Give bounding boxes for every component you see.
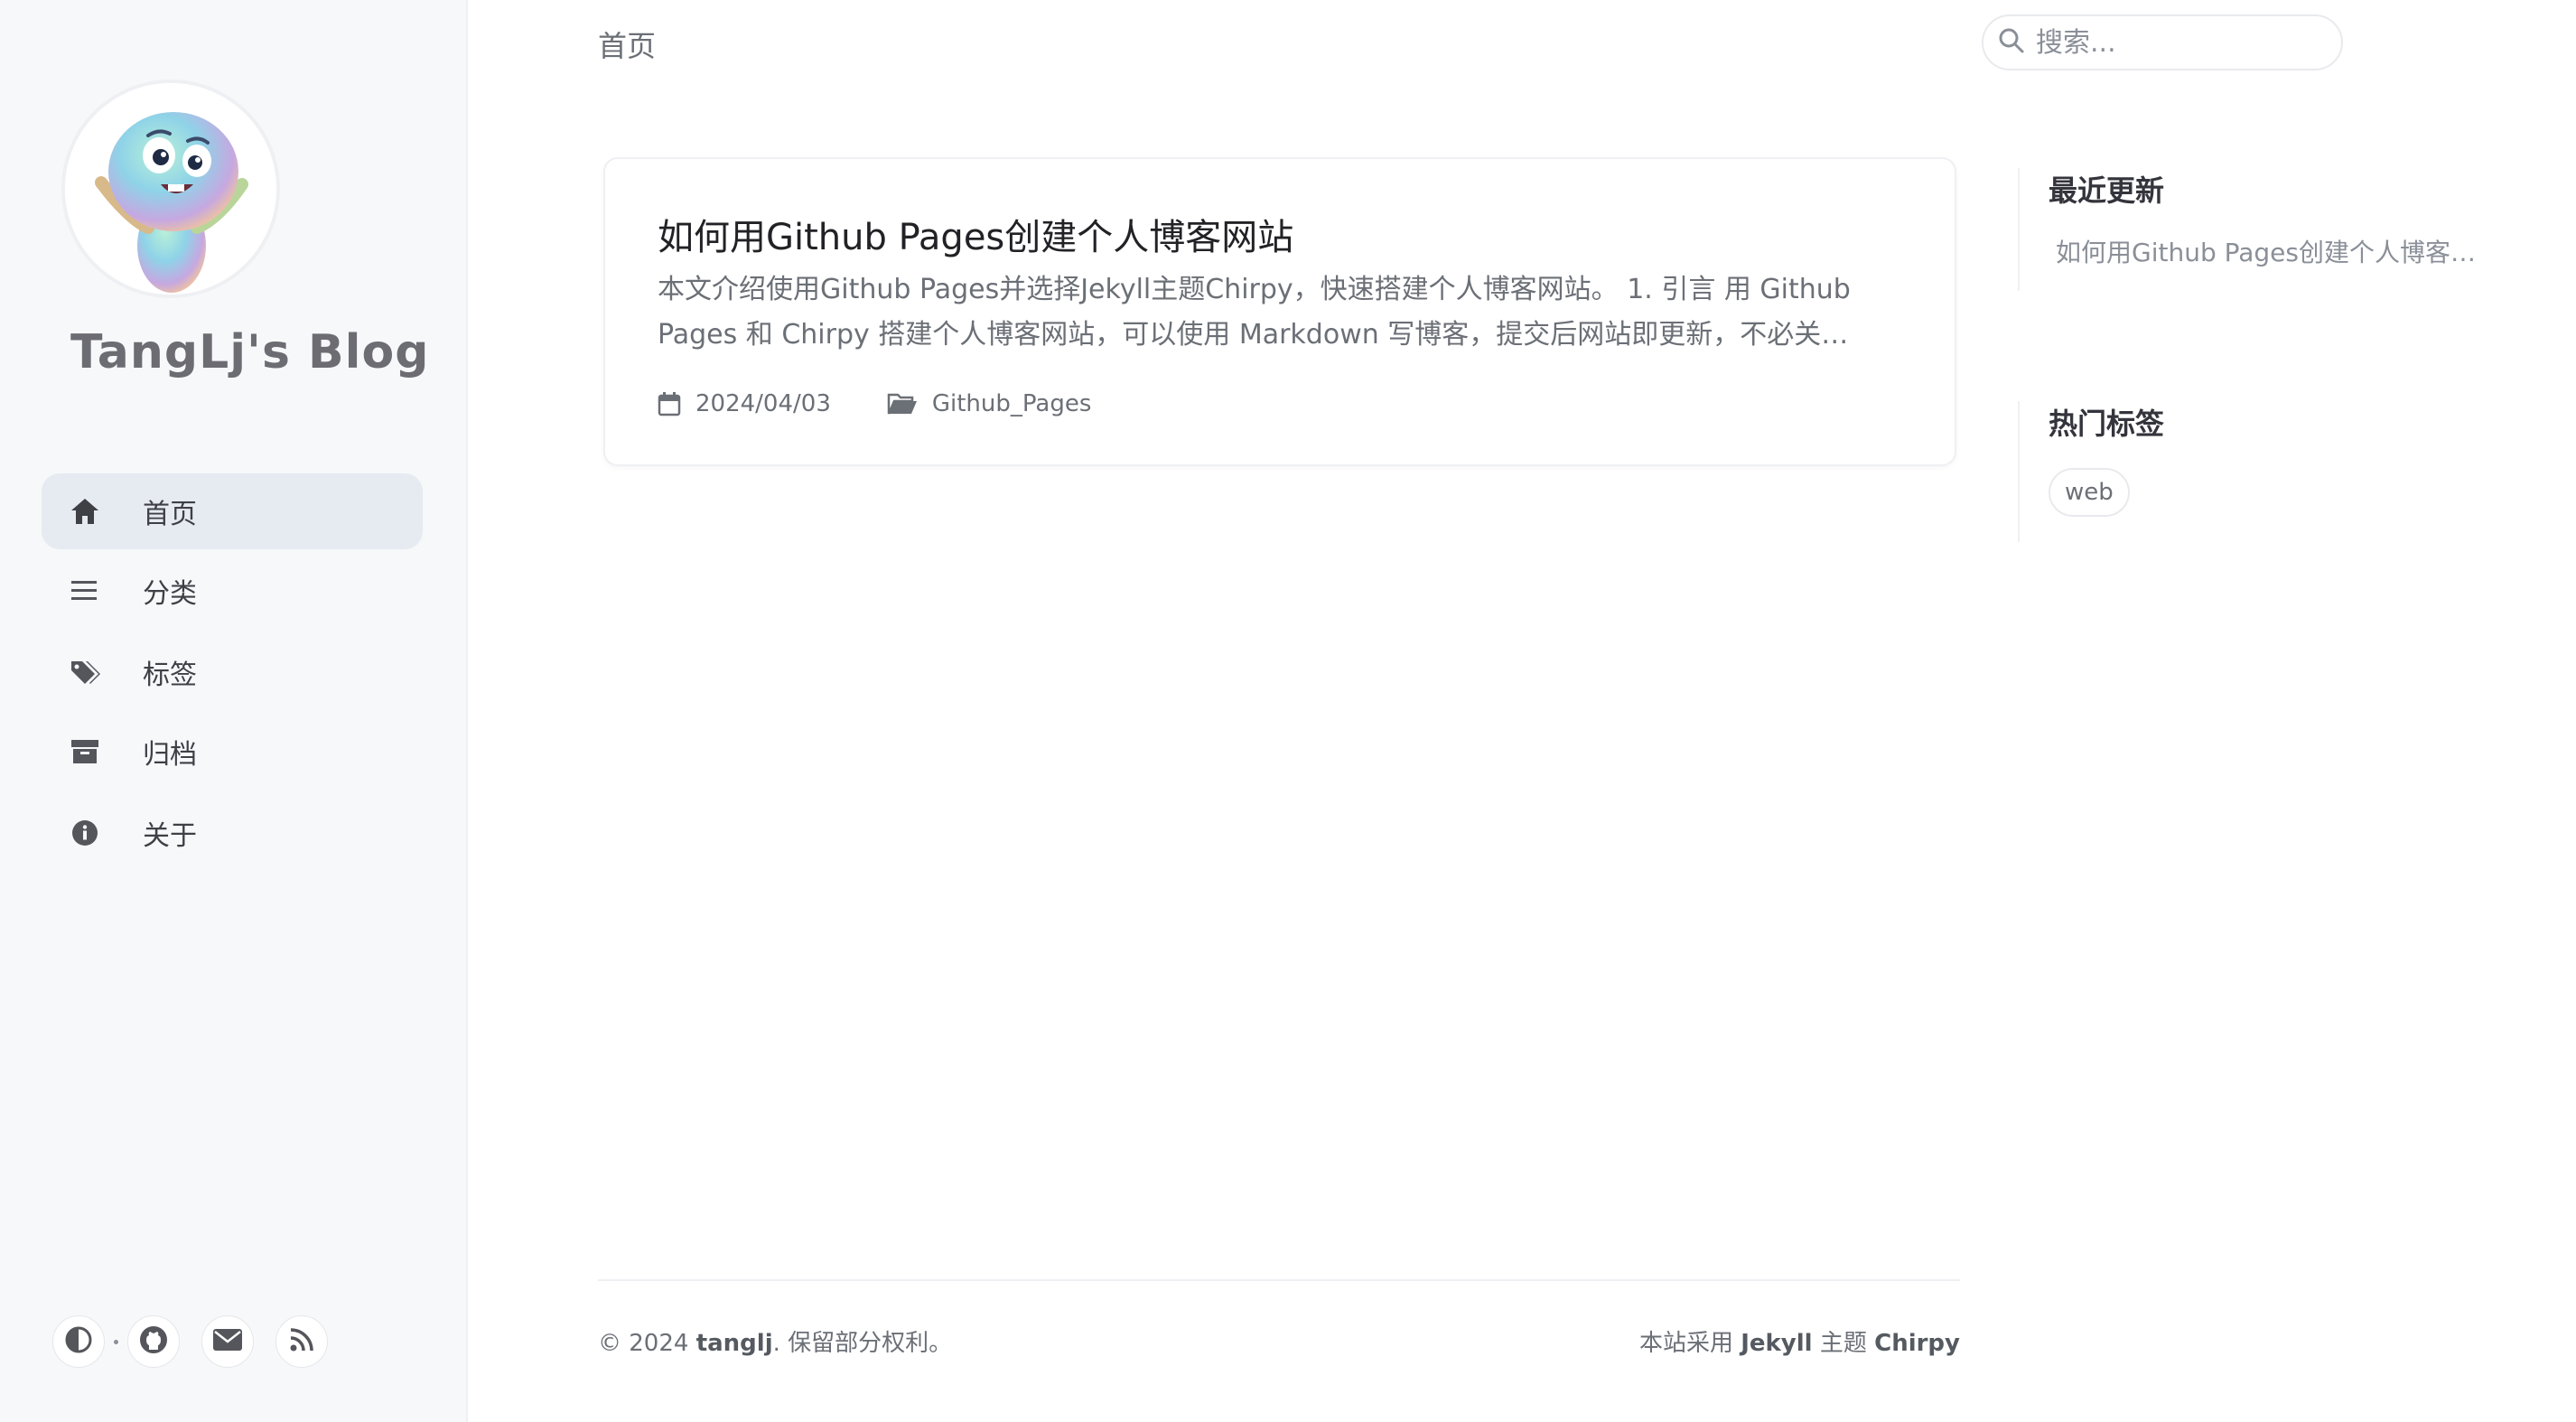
rights-text: . 保留部分权利。 — [772, 1330, 953, 1357]
recent-update-item[interactable]: 如何用Github Pages创建个人博客… — [2056, 233, 2476, 269]
rss-link[interactable] — [275, 1315, 328, 1368]
list-icon — [69, 575, 101, 607]
theme-toggle-icon — [65, 1326, 92, 1357]
archive-icon — [69, 735, 101, 768]
nav-item-tags[interactable]: 标签 — [42, 634, 423, 710]
nav-item-archives[interactable]: 归档 — [42, 714, 423, 790]
info-circle-icon — [69, 817, 101, 849]
search-input[interactable] — [2034, 25, 2327, 60]
tags-icon — [69, 656, 101, 688]
theme-toggle-button[interactable] — [52, 1315, 105, 1368]
calendar-icon — [658, 391, 681, 416]
powered-prefix: 本站采用 — [1638, 1330, 1741, 1357]
post-date: 2024/04/03 — [695, 390, 831, 417]
email-link[interactable] — [201, 1315, 254, 1368]
sidebar-bottom-links — [52, 1315, 328, 1368]
github-icon — [139, 1325, 168, 1358]
nav-item-about[interactable]: 关于 — [42, 795, 423, 871]
site-title[interactable]: TangLj's Blog — [70, 325, 429, 379]
theme-word: 主题 — [1812, 1330, 1875, 1357]
author-link[interactable]: tanglj — [696, 1330, 773, 1357]
recent-updates-title: 最近更新 — [2049, 173, 2165, 208]
rss-icon — [289, 1327, 314, 1356]
sidebar: TangLj's Blog 首页 分类 标签 归档 关于 — [0, 0, 468, 1422]
nav-item-home[interactable]: 首页 — [42, 473, 423, 549]
jekyll-link[interactable]: Jekyll — [1741, 1330, 1812, 1357]
avatar[interactable] — [65, 83, 276, 295]
tag-chip[interactable]: web — [2049, 468, 2130, 517]
post-excerpt: 本文介绍使用Github Pages并选择Jekyll主题Chirpy，快速搭建… — [658, 274, 1851, 351]
nav-label-home: 首页 — [143, 499, 197, 530]
breadcrumb: 首页 — [598, 29, 657, 63]
folder-open-icon — [887, 392, 918, 416]
footer-divider — [598, 1279, 1960, 1281]
github-link[interactable] — [127, 1315, 180, 1368]
nav-item-categories[interactable]: 分类 — [42, 553, 423, 629]
separator-dot — [114, 1339, 118, 1344]
post-category[interactable]: Github_Pages — [932, 390, 1092, 417]
footer-copyright: © 2024 tanglj. 保留部分权利。 — [598, 1324, 952, 1358]
post-card[interactable]: 如何用Github Pages创建个人博客网站 本文介绍使用Github Pag… — [603, 157, 1956, 466]
home-icon — [69, 495, 101, 528]
post-meta: 2024/04/03 Github_Pages — [658, 390, 1091, 417]
email-icon — [213, 1329, 242, 1354]
copyright-prefix: © 2024 — [598, 1330, 696, 1357]
avatar-image — [65, 83, 276, 295]
nav-label-about: 关于 — [143, 820, 197, 852]
nav-label-tags: 标签 — [143, 660, 197, 691]
post-title[interactable]: 如何用Github Pages创建个人博客网站 — [658, 208, 1293, 260]
chirpy-link[interactable]: Chirpy — [1874, 1330, 1960, 1357]
footer-powered-by: 本站采用 Jekyll 主题 Chirpy — [1639, 1324, 1960, 1358]
nav-label-archives: 归档 — [143, 739, 197, 771]
trending-tags-panel: 热门标签 web — [2018, 401, 2164, 542]
search-icon — [1998, 27, 2025, 58]
search-box[interactable] — [1982, 14, 2343, 70]
trending-tags-title: 热门标签 — [2049, 407, 2165, 441]
recent-updates-panel: 最近更新 如何用Github Pages创建个人博客… — [2018, 168, 2476, 291]
nav-label-categories: 分类 — [143, 578, 197, 610]
